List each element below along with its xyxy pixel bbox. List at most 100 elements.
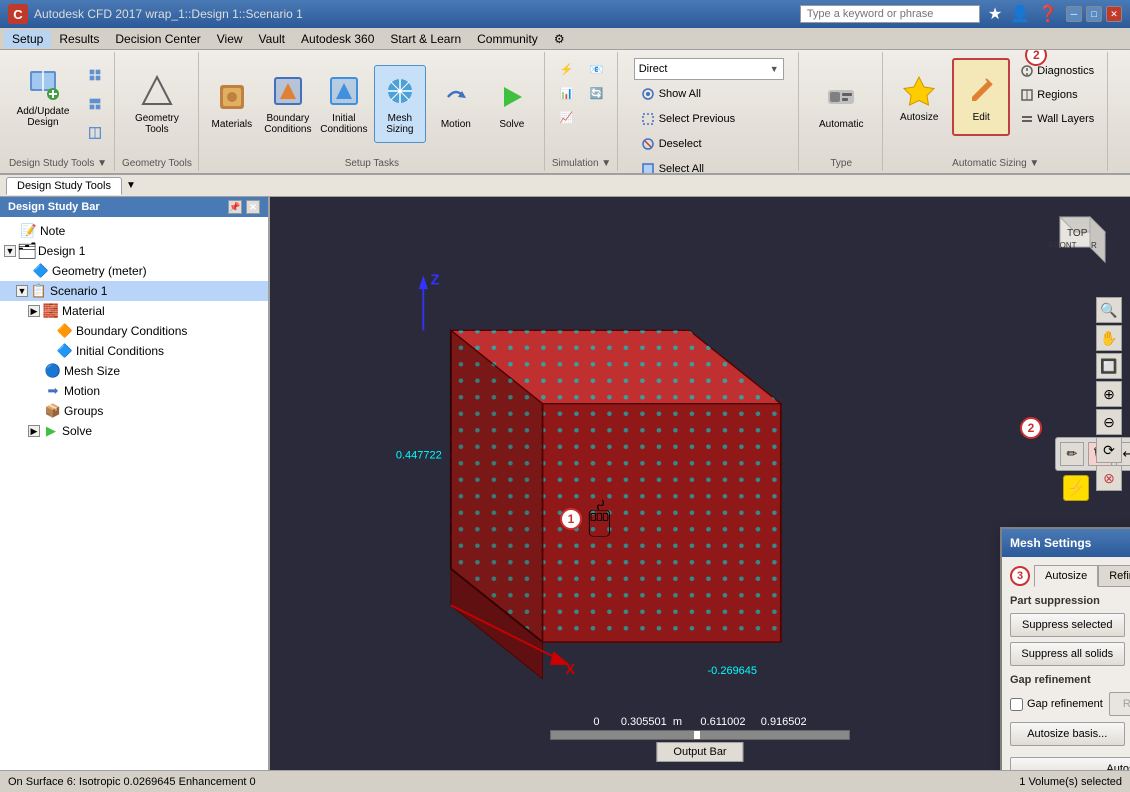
user-icon[interactable]: 👤 xyxy=(1010,4,1030,24)
rt-btn-5[interactable]: ⊖ xyxy=(1096,409,1122,435)
show-all-label: Show All xyxy=(659,88,701,100)
bookmark-icon[interactable]: ★ xyxy=(988,4,1002,24)
suppress-all-solids-btn[interactable]: Suppress all solids xyxy=(1010,642,1125,666)
rt-btn-1[interactable]: 🔍 xyxy=(1096,297,1122,323)
gap-refinement-checkbox[interactable] xyxy=(1010,698,1023,711)
right-toolbar: 🔍 ✋ 🔲 ⊕ ⊖ ⟳ ⊗ xyxy=(1096,297,1122,491)
sidebar-pin-btn[interactable]: 📌 xyxy=(228,200,242,214)
initial-label: Initial Conditions xyxy=(76,344,164,358)
gap-refinement-checkbox-label[interactable]: Gap refinement xyxy=(1010,698,1103,711)
menu-vault[interactable]: Vault xyxy=(251,30,293,48)
minimize-btn[interactable]: ─ xyxy=(1066,6,1082,22)
small-btn-2[interactable] xyxy=(82,91,108,117)
autosize-full-btn[interactable]: Autosize xyxy=(1010,757,1130,770)
show-all-btn[interactable]: Show All xyxy=(634,83,708,105)
tree-item-motion[interactable]: ➡ Motion xyxy=(0,381,268,401)
sim-btn-1[interactable]: ⚡ xyxy=(553,58,581,80)
design1-expand[interactable]: ▼ xyxy=(4,245,16,257)
menu-community[interactable]: Community xyxy=(469,30,546,48)
initial-tree-icon: 🔷 xyxy=(57,343,73,359)
annotation-3-circle: 3 xyxy=(1010,566,1030,586)
initial-conditions-btn[interactable]: InitialConditions xyxy=(318,65,370,143)
output-bar-btn[interactable]: Output Bar xyxy=(656,742,743,762)
wall-layers-icon xyxy=(1021,113,1033,125)
menu-settings[interactable]: ⚙ xyxy=(546,30,573,48)
rt-btn-6[interactable]: ⟳ xyxy=(1096,437,1122,463)
sidebar-close-btn[interactable]: ✕ xyxy=(246,200,260,214)
diagnostics-label: Diagnostics xyxy=(1037,65,1094,77)
svg-text:R: R xyxy=(1091,241,1097,250)
search-input[interactable] xyxy=(800,5,980,23)
menu-autodesk360[interactable]: Autodesk 360 xyxy=(293,30,382,48)
tree-item-mesh-size[interactable]: 🔵 Mesh Size xyxy=(0,361,268,381)
tree-item-solve[interactable]: ▶ ▶ Solve xyxy=(0,421,268,441)
tab-dropdown-arrow[interactable]: ▼ xyxy=(126,180,136,191)
tab-bar: Design Study Tools ▼ xyxy=(0,175,1130,197)
edit-icon xyxy=(963,72,999,108)
edit-large-btn[interactable]: Edit xyxy=(952,58,1010,136)
tree-item-groups[interactable]: 📦 Groups xyxy=(0,401,268,421)
deselect-label: Deselect xyxy=(659,138,702,150)
autosize-basis-btn[interactable]: Autosize basis... xyxy=(1010,722,1125,746)
autosize-large-btn[interactable]: Autosize xyxy=(890,58,948,136)
tree-item-geometry[interactable]: 🔷 Geometry (meter) xyxy=(0,261,268,281)
rt-btn-4[interactable]: ⊕ xyxy=(1096,381,1122,407)
material-label: Material xyxy=(62,304,105,318)
tree-item-note[interactable]: 📝 Note xyxy=(0,221,268,241)
menu-bar: Setup Results Decision Center View Vault… xyxy=(0,28,1130,50)
solve-expand[interactable]: ▶ xyxy=(28,425,40,437)
sim-btn-4[interactable]: 📧 xyxy=(583,58,611,80)
automatic-icon xyxy=(823,79,859,115)
tab-refine[interactable]: Refine xyxy=(1098,565,1130,586)
lightning-autosize-btn[interactable]: ⚡ xyxy=(1063,475,1089,501)
select-all-label: Select All xyxy=(659,163,704,175)
rt-btn-2[interactable]: ✋ xyxy=(1096,325,1122,351)
direct-dropdown[interactable]: Direct ▼ xyxy=(634,58,784,80)
solve-btn[interactable]: Solve xyxy=(486,65,538,143)
automatic-btn[interactable]: Automatic xyxy=(806,65,876,143)
sim-btn-2[interactable]: 📊 xyxy=(553,82,581,104)
menu-setup[interactable]: Setup xyxy=(4,30,51,48)
rt-btn-3[interactable]: 🔲 xyxy=(1096,353,1122,379)
close-btn[interactable]: ✕ xyxy=(1106,6,1122,22)
annotation-1-circle: 1 xyxy=(560,508,582,530)
tab-design-study[interactable]: Design Study Tools xyxy=(6,177,122,195)
add-update-design-btn[interactable]: Add/UpdateDesign xyxy=(8,58,78,136)
scenario1-expand[interactable]: ▼ xyxy=(16,285,28,297)
select-all-btn[interactable]: Select All xyxy=(634,158,711,175)
small-btn-1[interactable] xyxy=(82,62,108,88)
tree-item-scenario1[interactable]: ▼ 📋 Scenario 1 xyxy=(0,281,268,301)
help-icon[interactable]: ❓ xyxy=(1038,4,1058,24)
geometry-tools-btn[interactable]: GeometryTools xyxy=(128,65,186,143)
refine-btn[interactable]: Refine xyxy=(1109,692,1130,716)
menu-start-learn[interactable]: Start & Learn xyxy=(382,30,469,48)
small-btn-3[interactable] xyxy=(82,120,108,146)
tree-item-initial[interactable]: 🔷 Initial Conditions xyxy=(0,341,268,361)
select-previous-btn[interactable]: Select Previous xyxy=(634,108,742,130)
ribbon-group-type: Automatic Type xyxy=(800,52,883,171)
svg-text:-0.269645: -0.269645 xyxy=(708,665,758,677)
maximize-btn[interactable]: □ xyxy=(1086,6,1102,22)
boundary-conditions-btn[interactable]: BoundaryConditions xyxy=(262,65,314,143)
motion-btn[interactable]: Motion xyxy=(430,65,482,143)
tree-item-boundary[interactable]: 🔶 Boundary Conditions xyxy=(0,321,268,341)
mesh-sizing-btn[interactable]: MeshSizing xyxy=(374,65,426,143)
deselect-btn[interactable]: Deselect xyxy=(634,133,709,155)
sim-btn-5[interactable]: 🔄 xyxy=(583,82,611,104)
regions-btn[interactable]: Regions xyxy=(1014,84,1101,106)
rt-btn-7[interactable]: ⊗ xyxy=(1096,465,1122,491)
vt-edit-btn[interactable]: ✏ xyxy=(1060,442,1084,466)
tree-item-design1[interactable]: ▼ 🗂 Design 1 xyxy=(0,241,268,261)
suppress-selected-btn[interactable]: Suppress selected xyxy=(1010,613,1125,637)
material-expand[interactable]: ▶ xyxy=(28,305,40,317)
group-label-setup-tasks: Setup Tasks xyxy=(345,154,399,169)
tree-item-material[interactable]: ▶ 🧱 Material xyxy=(0,301,268,321)
materials-btn[interactable]: Materials xyxy=(206,65,258,143)
menu-view[interactable]: View xyxy=(209,30,251,48)
sim-btn-3[interactable]: 📈 xyxy=(553,106,581,128)
view-cube[interactable]: TOP R FRONT xyxy=(1035,212,1115,282)
tab-autosize[interactable]: Autosize xyxy=(1034,565,1098,587)
menu-results[interactable]: Results xyxy=(51,30,107,48)
wall-layers-btn[interactable]: Wall Layers xyxy=(1014,108,1101,130)
menu-decision-center[interactable]: Decision Center xyxy=(107,30,208,48)
